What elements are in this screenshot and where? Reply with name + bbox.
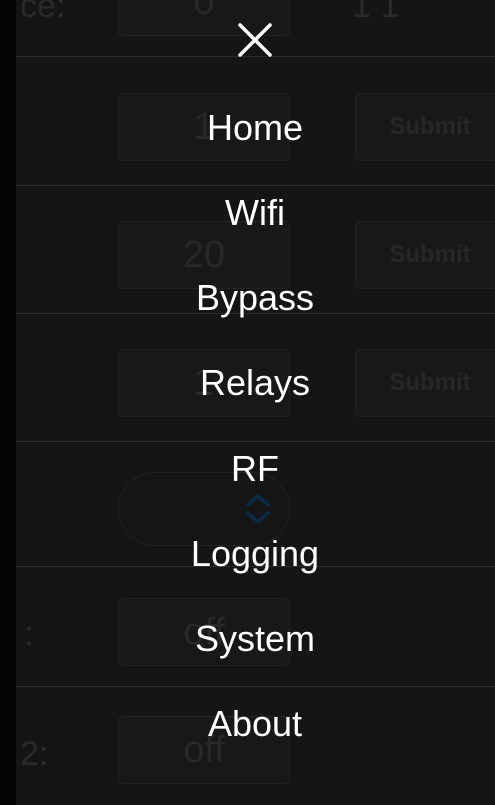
menu-item-logging[interactable]: Logging: [0, 532, 495, 576]
menu-item-relays[interactable]: Relays: [0, 361, 495, 405]
overlay-nav-menu: Home Wifi Bypass Relays RF Logging Syste…: [0, 0, 495, 805]
menu-item-wifi[interactable]: Wifi: [0, 191, 495, 235]
menu-item-rf[interactable]: RF: [0, 447, 495, 491]
menu-item-home[interactable]: Home: [0, 106, 495, 150]
menu-item-bypass[interactable]: Bypass: [0, 276, 495, 320]
menu-item-about[interactable]: About: [0, 702, 495, 746]
close-x-icon[interactable]: [235, 20, 275, 60]
menu-item-system[interactable]: System: [0, 617, 495, 661]
